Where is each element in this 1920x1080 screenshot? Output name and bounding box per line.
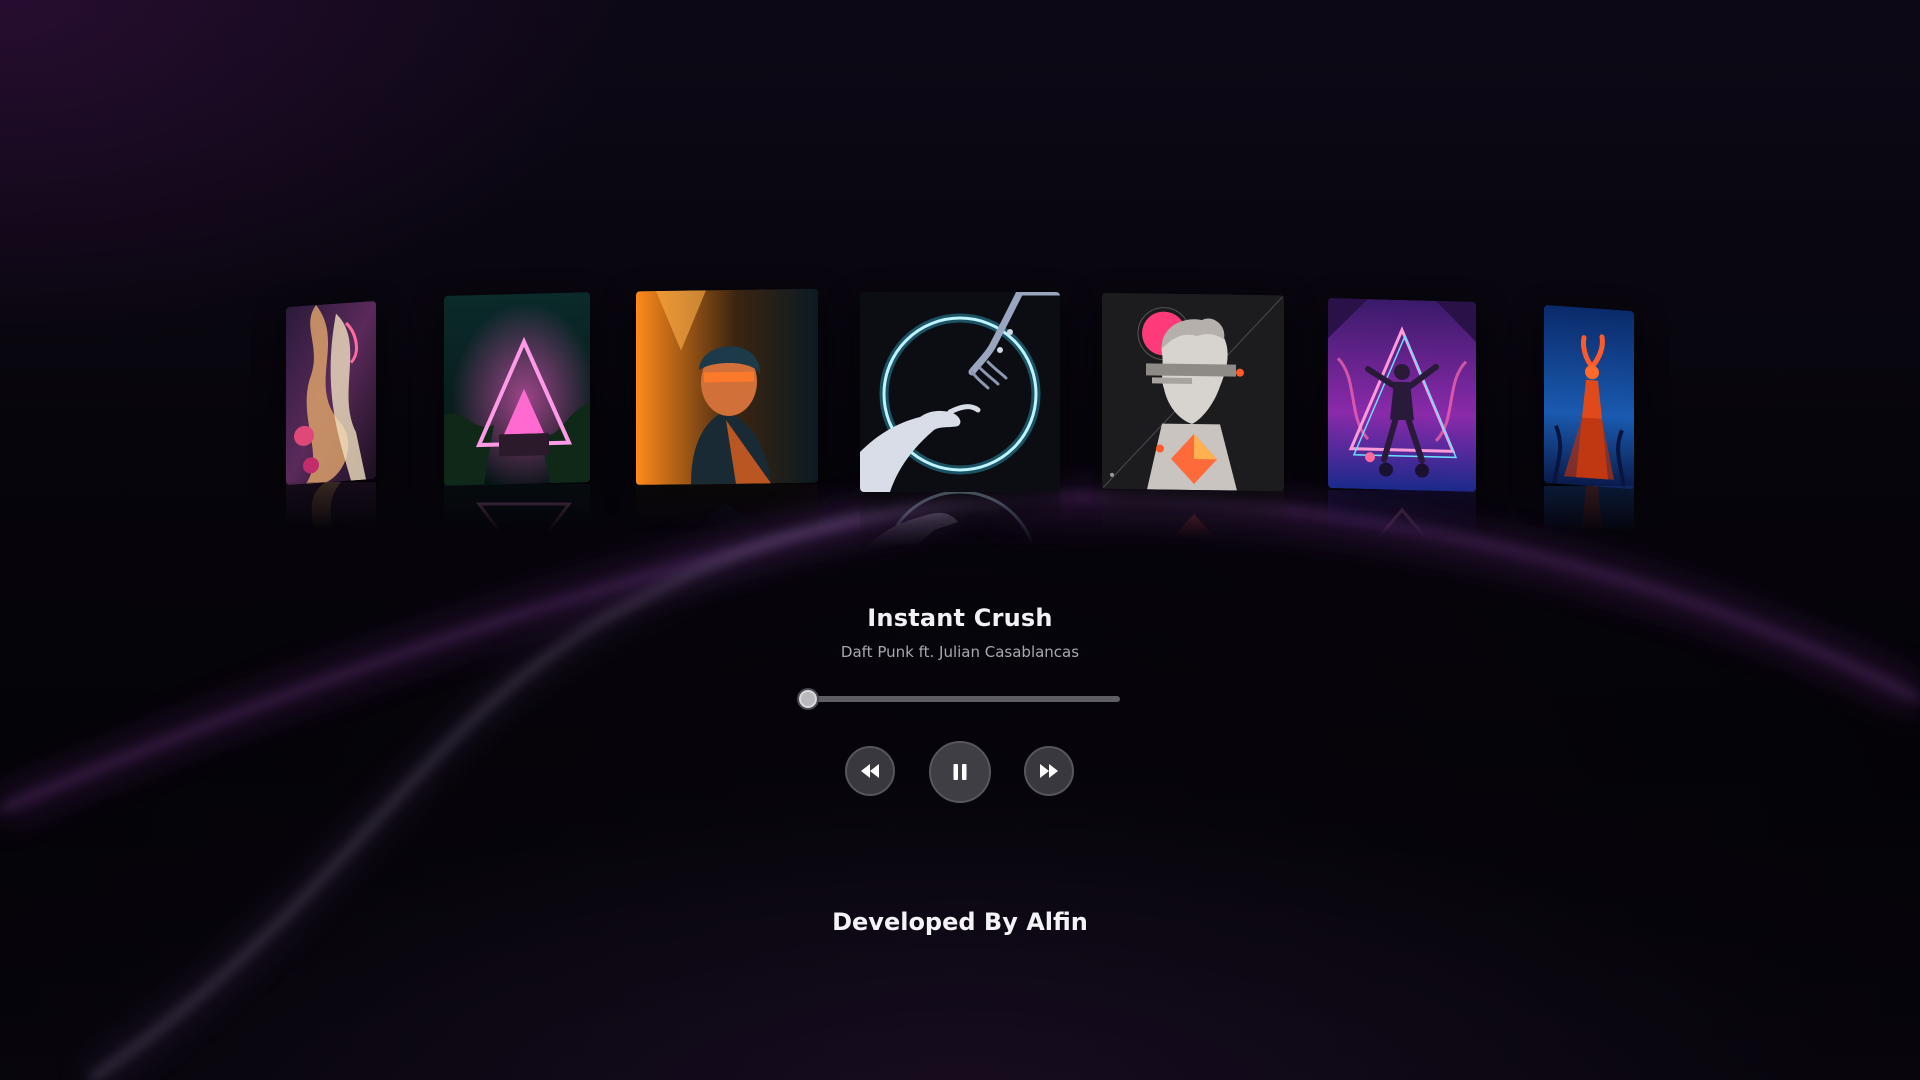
album-cover-orange-light-portrait[interactable] bbox=[636, 288, 818, 486]
album-cover-abstract-liquid[interactable] bbox=[286, 300, 376, 486]
progress-slider[interactable] bbox=[797, 688, 1120, 710]
song-artist: Daft Punk ft. Julian Casablancas bbox=[840, 643, 1080, 661]
album-cover-reflection bbox=[444, 484, 590, 564]
pause-icon bbox=[953, 764, 967, 780]
previous-button[interactable] bbox=[845, 746, 895, 796]
album-cover-reflection bbox=[636, 484, 818, 564]
developer-credit: Developed By Alfin bbox=[832, 908, 1088, 936]
album-cover-neon-triangle-forest[interactable] bbox=[444, 292, 590, 486]
album-cover-reflection bbox=[860, 492, 1060, 582]
rewind-icon bbox=[861, 764, 879, 778]
album-carousel bbox=[0, 280, 1920, 582]
album-cover-reflection bbox=[1102, 490, 1284, 570]
album-cover-neon-circle-hands[interactable] bbox=[860, 292, 1060, 492]
play-pause-button[interactable] bbox=[929, 741, 991, 803]
album-cover-reflection bbox=[1328, 490, 1476, 570]
next-button[interactable] bbox=[1024, 746, 1074, 796]
song-title: Instant Crush bbox=[867, 604, 1053, 632]
album-cover-reflection bbox=[286, 482, 376, 562]
fast-forward-icon bbox=[1040, 764, 1058, 778]
album-cover-reflection bbox=[1544, 486, 1634, 566]
progress-thumb[interactable] bbox=[797, 688, 819, 710]
album-cover-neon-triangle-dancer[interactable] bbox=[1328, 298, 1476, 492]
music-player-app: Instant Crush Daft Punk ft. Julian Casab… bbox=[0, 0, 1920, 1080]
album-cover-blue-dancer[interactable] bbox=[1544, 304, 1634, 490]
album-cover-glitch-statue[interactable] bbox=[1102, 292, 1284, 492]
